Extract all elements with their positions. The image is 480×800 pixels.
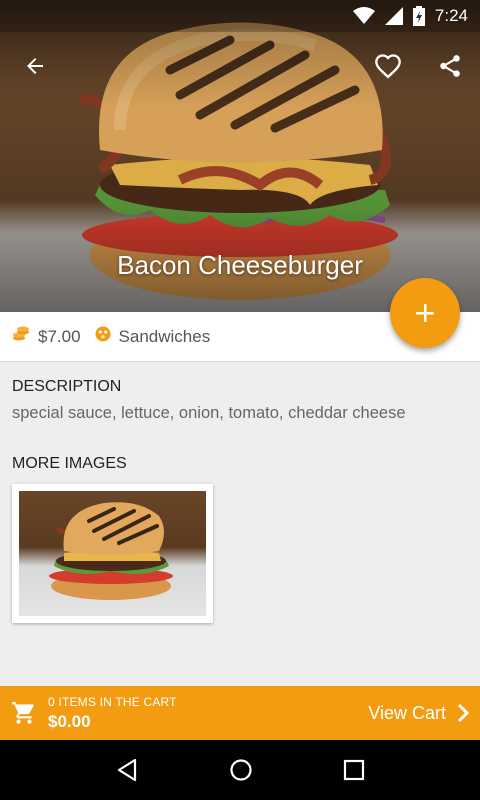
cart-total: $0.00	[48, 711, 91, 731]
nav-recents-icon[interactable]	[343, 759, 365, 781]
more-images-label: MORE IMAGES	[12, 455, 127, 472]
system-nav-bar	[0, 740, 480, 800]
nav-home-icon[interactable]	[229, 758, 253, 782]
add-to-cart-button[interactable]	[390, 278, 460, 348]
cart-bar[interactable]: 0 ITEMS IN THE CART $0.00 View Cart	[0, 686, 480, 740]
status-bar: 7:24	[0, 0, 480, 32]
chevron-right-icon	[457, 703, 470, 723]
signal-icon	[384, 7, 403, 25]
product-category: Sandwiches	[118, 326, 211, 346]
back-arrow-icon[interactable]	[19, 50, 51, 82]
product-price: $7.00	[38, 326, 81, 346]
view-cart-button[interactable]: View Cart	[368, 703, 480, 724]
wifi-icon	[352, 7, 375, 25]
category-icon	[95, 326, 111, 347]
add-icon	[416, 304, 434, 322]
cart-icon	[0, 700, 48, 726]
product-title: Bacon Cheeseburger	[117, 250, 363, 280]
coins-icon	[12, 326, 30, 347]
more-images-thumbnail[interactable]	[12, 484, 213, 623]
description-label: DESCRIPTION	[12, 378, 122, 395]
status-time: 7:24	[434, 6, 468, 25]
heart-icon[interactable]	[372, 50, 404, 82]
view-cart-label: View Cart	[368, 702, 446, 723]
share-icon[interactable]	[434, 50, 466, 82]
nav-back-icon[interactable]	[115, 758, 139, 782]
description-text: special sauce, lettuce, onion, tomato, c…	[12, 404, 406, 422]
cart-item-count: 0 ITEMS IN THE CART	[48, 694, 177, 709]
battery-icon	[412, 6, 425, 26]
